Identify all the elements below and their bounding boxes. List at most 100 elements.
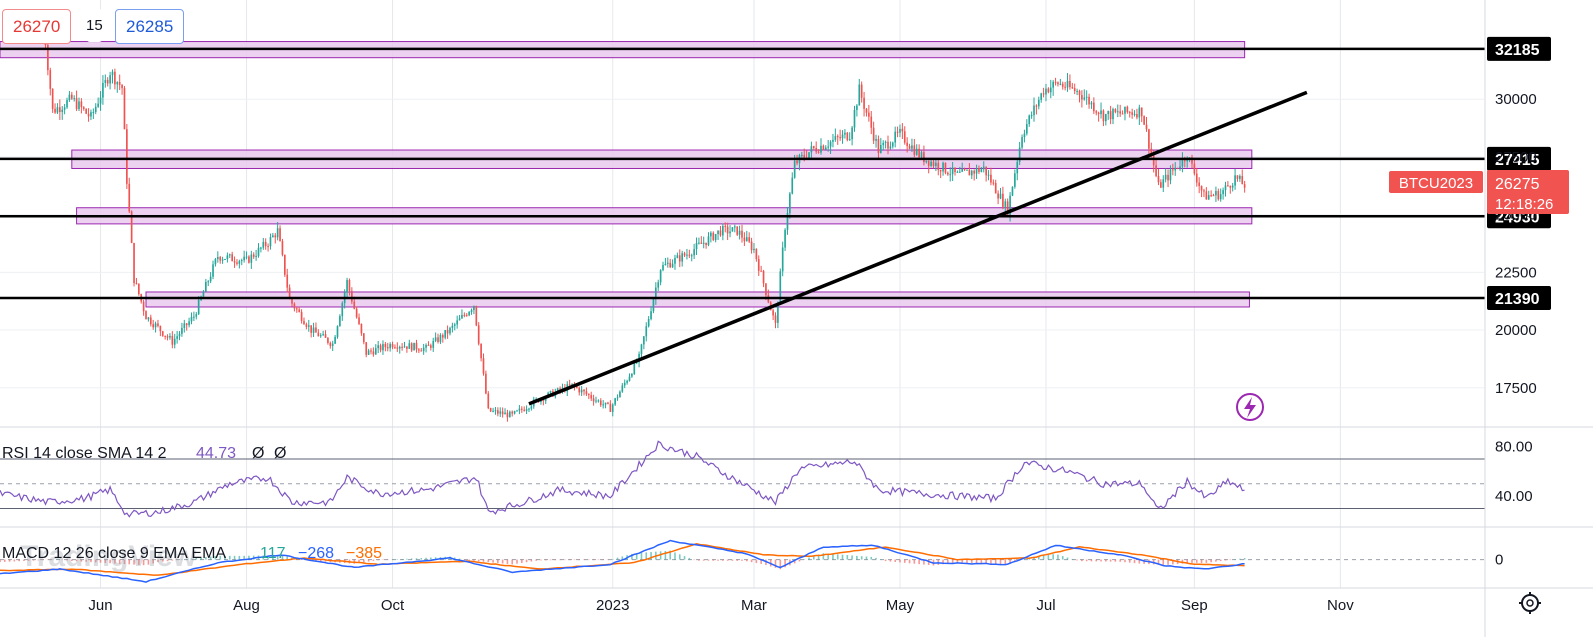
candle[interactable] <box>1016 159 1019 181</box>
candle[interactable] <box>480 343 482 362</box>
candle[interactable] <box>341 301 344 321</box>
candle[interactable] <box>693 243 695 260</box>
candle[interactable] <box>365 342 368 358</box>
candle[interactable] <box>470 308 473 315</box>
candle[interactable] <box>463 312 466 318</box>
candle[interactable] <box>614 397 616 407</box>
candle[interactable] <box>1014 169 1016 189</box>
candle[interactable] <box>233 256 236 268</box>
candle[interactable] <box>487 391 490 410</box>
candle[interactable] <box>848 132 851 141</box>
trading-chart[interactable]: 32185274152493021390 80.0040.00 0 Jun Aug… <box>0 0 1593 637</box>
candle[interactable] <box>51 88 54 113</box>
candle[interactable] <box>499 407 502 417</box>
candle[interactable] <box>757 255 760 276</box>
candle[interactable] <box>68 90 71 102</box>
candle[interactable] <box>1073 83 1076 95</box>
candle[interactable] <box>640 343 643 358</box>
candle[interactable] <box>372 347 375 357</box>
candle[interactable] <box>128 177 131 214</box>
candle[interactable] <box>915 144 918 156</box>
candle[interactable] <box>884 140 887 149</box>
candle[interactable] <box>743 232 746 247</box>
candle[interactable] <box>164 335 166 340</box>
candle[interactable] <box>477 322 480 346</box>
candle[interactable] <box>1217 188 1220 201</box>
candle[interactable] <box>176 331 178 344</box>
candle[interactable] <box>525 405 528 415</box>
candle[interactable] <box>695 237 698 255</box>
candle[interactable] <box>209 272 212 284</box>
candle[interactable] <box>872 121 875 144</box>
candle[interactable] <box>1033 97 1035 122</box>
candle[interactable] <box>726 222 729 240</box>
candle[interactable] <box>1112 107 1114 125</box>
candle[interactable] <box>973 169 976 181</box>
candle[interactable] <box>1021 134 1023 150</box>
candle[interactable] <box>422 343 425 355</box>
candle[interactable] <box>444 330 447 340</box>
candle[interactable] <box>295 307 298 313</box>
candle[interactable] <box>942 161 944 176</box>
candle[interactable] <box>702 236 705 249</box>
candle[interactable] <box>267 243 269 252</box>
candle[interactable] <box>384 341 387 352</box>
candle[interactable] <box>939 169 942 179</box>
candle[interactable] <box>901 123 904 140</box>
candle[interactable] <box>1138 104 1141 125</box>
candle[interactable] <box>631 372 633 378</box>
candle[interactable] <box>92 108 95 120</box>
candle[interactable] <box>195 311 198 320</box>
candle[interactable] <box>492 407 494 413</box>
candle[interactable] <box>252 252 255 259</box>
candle[interactable] <box>717 230 719 240</box>
candle[interactable] <box>1107 110 1110 120</box>
candle[interactable] <box>147 316 150 322</box>
candle[interactable] <box>1023 129 1026 143</box>
candle[interactable] <box>264 238 267 250</box>
candle[interactable] <box>616 394 619 401</box>
candle[interactable] <box>109 71 111 90</box>
candle[interactable] <box>329 341 332 349</box>
candle[interactable] <box>520 406 523 413</box>
candle[interactable] <box>1042 87 1045 98</box>
trendline[interactable] <box>528 90 1308 406</box>
candle[interactable] <box>1215 186 1217 202</box>
candle[interactable] <box>456 315 459 329</box>
candle[interactable] <box>489 407 492 412</box>
candle[interactable] <box>1200 185 1203 198</box>
candle[interactable] <box>1066 73 1069 92</box>
candle[interactable] <box>360 323 363 336</box>
candle[interactable] <box>516 409 518 412</box>
candle[interactable] <box>628 373 631 382</box>
candle[interactable] <box>623 379 626 389</box>
candle[interactable] <box>149 314 152 327</box>
candle[interactable] <box>126 123 128 189</box>
candle[interactable] <box>420 347 423 352</box>
candle[interactable] <box>161 330 164 337</box>
candle[interactable] <box>85 108 88 115</box>
candle[interactable] <box>453 322 456 331</box>
candle[interactable] <box>736 226 739 236</box>
candle[interactable] <box>681 250 683 267</box>
candle[interactable] <box>1243 180 1246 193</box>
price-zone[interactable] <box>145 291 1250 308</box>
candle[interactable] <box>430 343 432 351</box>
candle[interactable] <box>334 334 336 345</box>
candle[interactable] <box>104 74 107 88</box>
candle[interactable] <box>745 230 748 242</box>
candle[interactable] <box>228 253 231 259</box>
candle[interactable] <box>1085 90 1088 105</box>
candle[interactable] <box>1128 110 1131 118</box>
candle[interactable] <box>152 319 155 330</box>
lightning-icon[interactable] <box>1236 393 1264 421</box>
candle[interactable] <box>1018 141 1021 166</box>
candle[interactable] <box>719 225 722 237</box>
candle[interactable] <box>609 400 612 412</box>
candle[interactable] <box>1025 119 1028 136</box>
candle[interactable] <box>212 260 214 280</box>
candle[interactable] <box>1057 81 1059 87</box>
candle[interactable] <box>274 232 277 244</box>
candle[interactable] <box>248 255 250 264</box>
candle[interactable] <box>54 103 56 114</box>
